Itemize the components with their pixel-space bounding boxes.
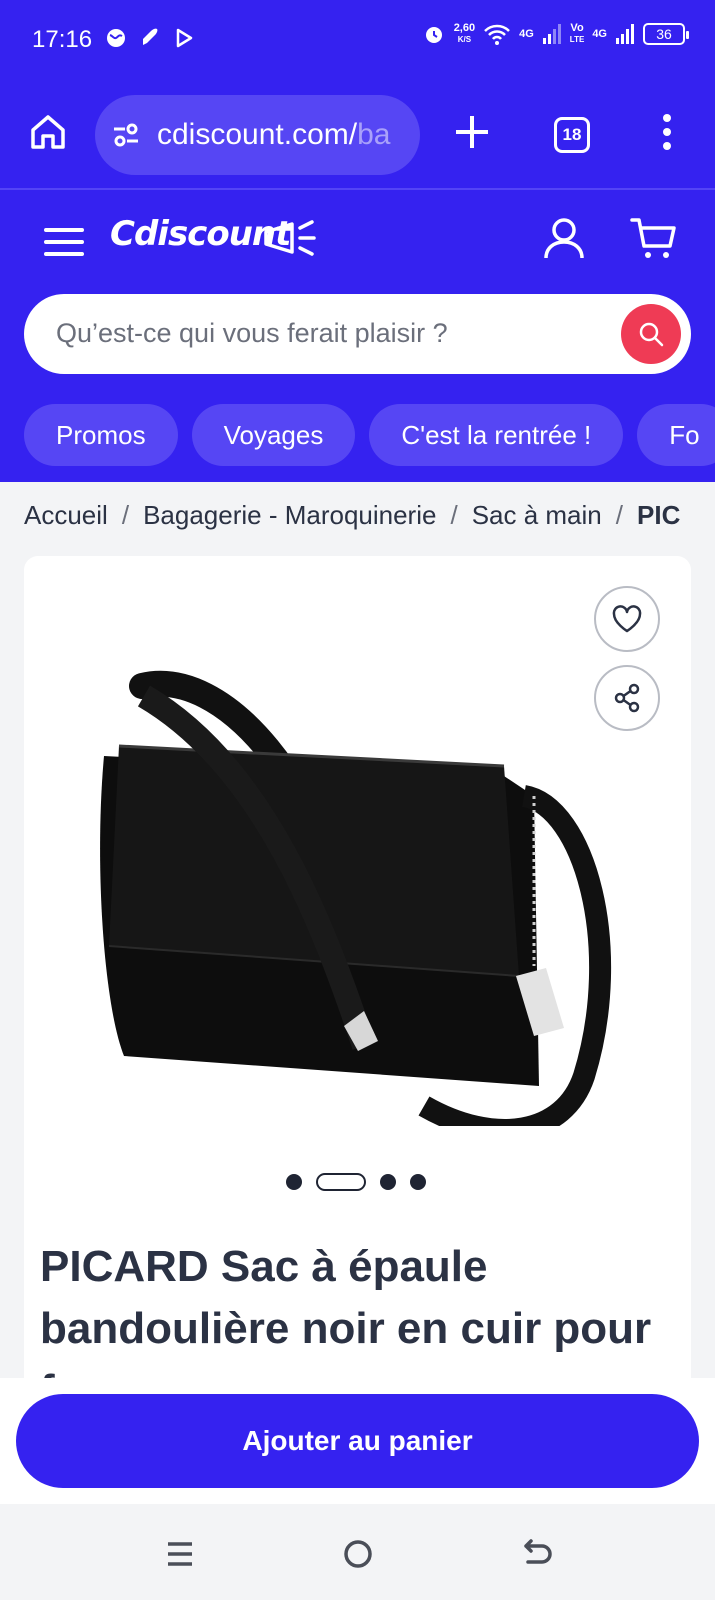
user-icon[interactable] — [542, 216, 586, 260]
search-bar[interactable]: Qu’est-ce qui vous ferait plaisir ? — [24, 294, 691, 374]
signal-icon-2 — [616, 24, 634, 44]
play-store-icon — [176, 28, 193, 48]
menu-dots-icon[interactable] — [652, 112, 682, 152]
product-title: PICARD Sac à épaule bandoulière noir en … — [40, 1242, 652, 1396]
breadcrumb-accueil[interactable]: Accueil — [24, 500, 108, 530]
cart-icon[interactable] — [630, 216, 676, 260]
volte-top: Vo — [570, 22, 584, 34]
sticky-cart-bar: Ajouter au panier — [0, 1378, 715, 1504]
product-card: PICARD Sac à épaule bandoulière noir en … — [24, 556, 691, 1396]
chip-voyages[interactable]: Voyages — [191, 404, 356, 466]
url-text: cdiscount.com/ba — [157, 118, 390, 152]
carousel-dot-3[interactable] — [380, 1174, 396, 1190]
product-image[interactable] — [64, 646, 624, 1126]
chip-promos[interactable]: Promos — [24, 404, 178, 466]
chip-rentree[interactable]: C'est la rentrée ! — [369, 404, 624, 466]
breadcrumb-bagagerie[interactable]: Bagagerie - Maroquinerie — [143, 500, 436, 530]
image-carousel-dots — [286, 1173, 426, 1191]
network-speed-value: 2,60 — [453, 22, 476, 34]
search-button[interactable] — [621, 304, 681, 364]
site-settings-icon[interactable] — [111, 120, 141, 150]
plus-icon[interactable] — [452, 112, 492, 152]
breadcrumb-sac-a-main[interactable]: Sac à main — [472, 500, 602, 530]
carousel-dot-2-active[interactable] — [316, 1173, 366, 1191]
rocket-icon — [143, 28, 158, 45]
wifi-icon — [484, 24, 510, 45]
network-type-2: 4G — [592, 28, 607, 40]
tab-count-button[interactable]: 18 — [554, 117, 590, 153]
home-icon[interactable] — [28, 112, 68, 152]
hamburger-icon[interactable] — [44, 226, 84, 258]
search-icon — [639, 322, 664, 347]
status-notification-icons — [104, 26, 196, 50]
chip-fo[interactable]: Fo — [637, 404, 715, 466]
search-input[interactable]: Qu’est-ce qui vous ferait plaisir ? — [56, 318, 448, 349]
heart-icon — [612, 605, 642, 633]
back-icon[interactable] — [518, 1536, 554, 1572]
network-speed-unit: K/S — [457, 35, 472, 44]
carousel-dot-1[interactable] — [286, 1174, 302, 1190]
volte-indicator: Vo LTE — [570, 23, 585, 45]
category-chips: Promos Voyages C'est la rentrée ! Fo — [24, 404, 715, 466]
url-bar[interactable]: cdiscount.com/ba — [95, 95, 420, 175]
breadcrumb-current: PIC — [637, 500, 681, 530]
site-header: Cdiscount Qu’est-ce qui vous ferait plai… — [0, 190, 715, 482]
battery-indicator: 36 — [643, 23, 689, 45]
url-domain: cdiscount.com/ — [157, 118, 358, 151]
status-system-icons: 2,60 K/S 4G Vo LTE 4G 36 — [422, 22, 689, 46]
breadcrumb-separator: / — [121, 500, 130, 530]
breadcrumb-separator: / — [450, 500, 458, 530]
breadcrumb-separator: / — [615, 500, 623, 530]
network-type-1: 4G — [519, 28, 534, 40]
recent-apps-icon[interactable] — [162, 1536, 198, 1572]
add-to-cart-button[interactable]: Ajouter au panier — [16, 1394, 699, 1488]
globe-icon — [107, 29, 125, 47]
system-nav-bar — [0, 1504, 715, 1600]
status-time: 17:16 — [32, 26, 93, 53]
home-nav-icon[interactable] — [340, 1536, 376, 1572]
url-path: ba — [357, 118, 391, 151]
network-speed: 2,60 K/S — [454, 23, 475, 45]
alarm-icon — [425, 27, 442, 43]
signal-icon — [542, 24, 561, 44]
volte-bottom: LTE — [569, 35, 585, 44]
breadcrumb: Accueil / Bagagerie - Maroquinerie / Sac à m… — [24, 500, 715, 540]
favorite-button[interactable] — [594, 586, 660, 652]
carousel-dot-4[interactable] — [410, 1174, 426, 1190]
browser-toolbar: cdiscount.com/ba 18 — [0, 82, 715, 190]
megaphone-icon — [264, 220, 316, 256]
status-bar: 17:16 2,60 K/S 4G Vo LTE 4G 36 — [0, 0, 715, 82]
